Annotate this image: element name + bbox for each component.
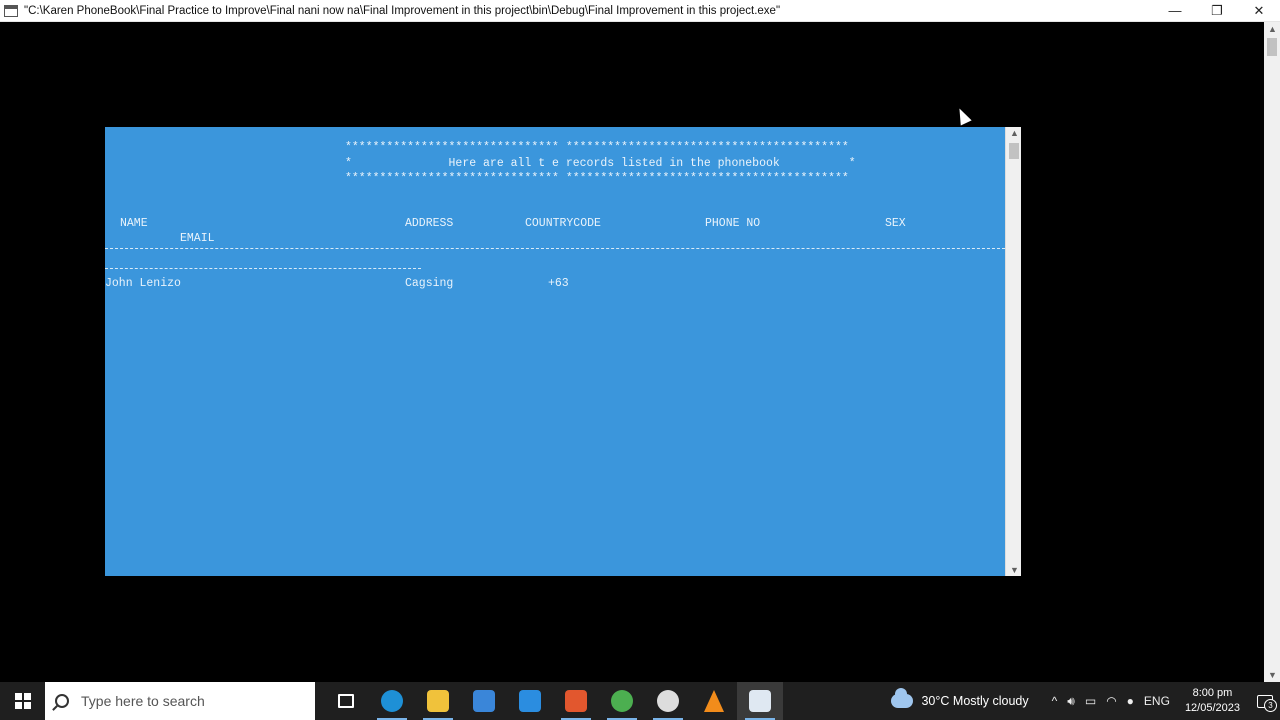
task-view-icon bbox=[338, 694, 354, 708]
windows-logo-icon bbox=[14, 693, 31, 709]
weather-desc: Mostly cloudy bbox=[952, 694, 1029, 708]
scroll-down-icon[interactable]: ▼ bbox=[1268, 670, 1277, 680]
clock-time: 8:00 pm bbox=[1192, 687, 1233, 699]
battery-icon[interactable]: ▭ bbox=[1085, 694, 1096, 708]
microsoft-store-icon bbox=[473, 690, 495, 712]
taskbar-app-mail[interactable] bbox=[507, 682, 553, 720]
console-app-icon bbox=[749, 690, 771, 712]
taskbar-app-obs[interactable] bbox=[645, 682, 691, 720]
taskbar-app-vlc[interactable] bbox=[691, 682, 737, 720]
scroll-thumb[interactable] bbox=[1267, 38, 1277, 56]
start-button[interactable] bbox=[0, 682, 45, 720]
taskbar: Type here to search 30°C Mostly cloudy ^… bbox=[0, 682, 1280, 720]
speaker-icon[interactable]: 🔊︎ bbox=[1067, 694, 1075, 709]
scroll-up-icon[interactable]: ▲ bbox=[1010, 128, 1019, 138]
divider-line-short bbox=[105, 268, 421, 269]
scroll-up-icon[interactable]: ▲ bbox=[1268, 24, 1277, 34]
minimize-button[interactable]: — bbox=[1154, 0, 1196, 22]
records-panel: ******************************* ********… bbox=[105, 127, 1005, 576]
taskbar-app-microsoft-store[interactable] bbox=[461, 682, 507, 720]
console-scrollbar[interactable]: ▲ ▼ bbox=[1264, 22, 1280, 682]
edge-icon bbox=[381, 690, 403, 712]
divider-line bbox=[105, 248, 1005, 249]
taskbar-apps bbox=[323, 682, 783, 720]
taskbar-app-task-view[interactable] bbox=[323, 682, 369, 720]
taskbar-app-file-explorer[interactable] bbox=[415, 682, 461, 720]
column-header-address: ADDRESS bbox=[405, 217, 454, 230]
taskbar-app-edge[interactable] bbox=[369, 682, 415, 720]
panel-scrollbar[interactable]: ▲ ▼ bbox=[1005, 127, 1021, 576]
weather-temp: 30°C bbox=[921, 694, 950, 708]
notification-badge: 3 bbox=[1264, 699, 1277, 712]
title-bar: "C:\Karen PhoneBook\Final Practice to Im… bbox=[0, 0, 1280, 22]
notification-button[interactable]: 3 bbox=[1250, 682, 1280, 720]
taskbar-search[interactable]: Type here to search bbox=[45, 682, 315, 720]
scroll-thumb[interactable] bbox=[1009, 143, 1019, 159]
clock[interactable]: 8:00 pm 12/05/2023 bbox=[1185, 686, 1240, 716]
column-header-countrycode: COUNTRYCODE bbox=[525, 217, 601, 230]
system-tray: 30°C Mostly cloudy ^ 🔊︎ ▭ ◠ ● ENG 8:00 p… bbox=[891, 682, 1280, 720]
weather-widget[interactable]: 30°C Mostly cloudy bbox=[891, 688, 1029, 708]
office-icon bbox=[565, 690, 587, 712]
column-header-phone: PHONE NO bbox=[705, 217, 761, 230]
cloud-icon bbox=[891, 688, 914, 708]
row-address: Cagsing bbox=[405, 277, 454, 290]
language-indicator[interactable]: ENG bbox=[1144, 694, 1170, 708]
column-header-sex: SEX bbox=[885, 217, 906, 230]
chevron-up-icon[interactable]: ^ bbox=[1052, 694, 1058, 708]
stars-border-bottom: ******************************* ********… bbox=[345, 172, 849, 185]
wifi-icon[interactable]: ◠ bbox=[1106, 694, 1116, 708]
microphone-icon[interactable]: ● bbox=[1127, 694, 1134, 708]
restore-button[interactable]: ❐ bbox=[1196, 0, 1238, 22]
window-title: "C:\Karen PhoneBook\Final Practice to Im… bbox=[24, 4, 781, 17]
scroll-down-icon[interactable]: ▼ bbox=[1010, 565, 1019, 575]
row-name: John Lenizo bbox=[105, 277, 181, 290]
obs-icon bbox=[657, 690, 679, 712]
records-heading: * Here are all t e records listed in the… bbox=[345, 157, 856, 170]
file-explorer-icon bbox=[427, 690, 449, 712]
search-placeholder: Type here to search bbox=[81, 693, 205, 709]
console-app-icon bbox=[4, 4, 18, 17]
column-header-email: EMAIL bbox=[180, 232, 215, 245]
chrome-icon bbox=[611, 690, 633, 712]
row-countrycode: +63 bbox=[548, 277, 569, 290]
close-button[interactable]: ✕ bbox=[1238, 0, 1280, 22]
vlc-icon bbox=[704, 690, 724, 712]
taskbar-app-chrome[interactable] bbox=[599, 682, 645, 720]
search-icon bbox=[55, 694, 69, 708]
taskbar-app-office[interactable] bbox=[553, 682, 599, 720]
taskbar-app-console-app[interactable] bbox=[737, 682, 783, 720]
clock-date: 12/05/2023 bbox=[1184, 702, 1240, 714]
column-header-name: NAME bbox=[120, 217, 148, 230]
mail-icon bbox=[519, 690, 541, 712]
stars-border-top: ******************************* ********… bbox=[345, 141, 849, 154]
